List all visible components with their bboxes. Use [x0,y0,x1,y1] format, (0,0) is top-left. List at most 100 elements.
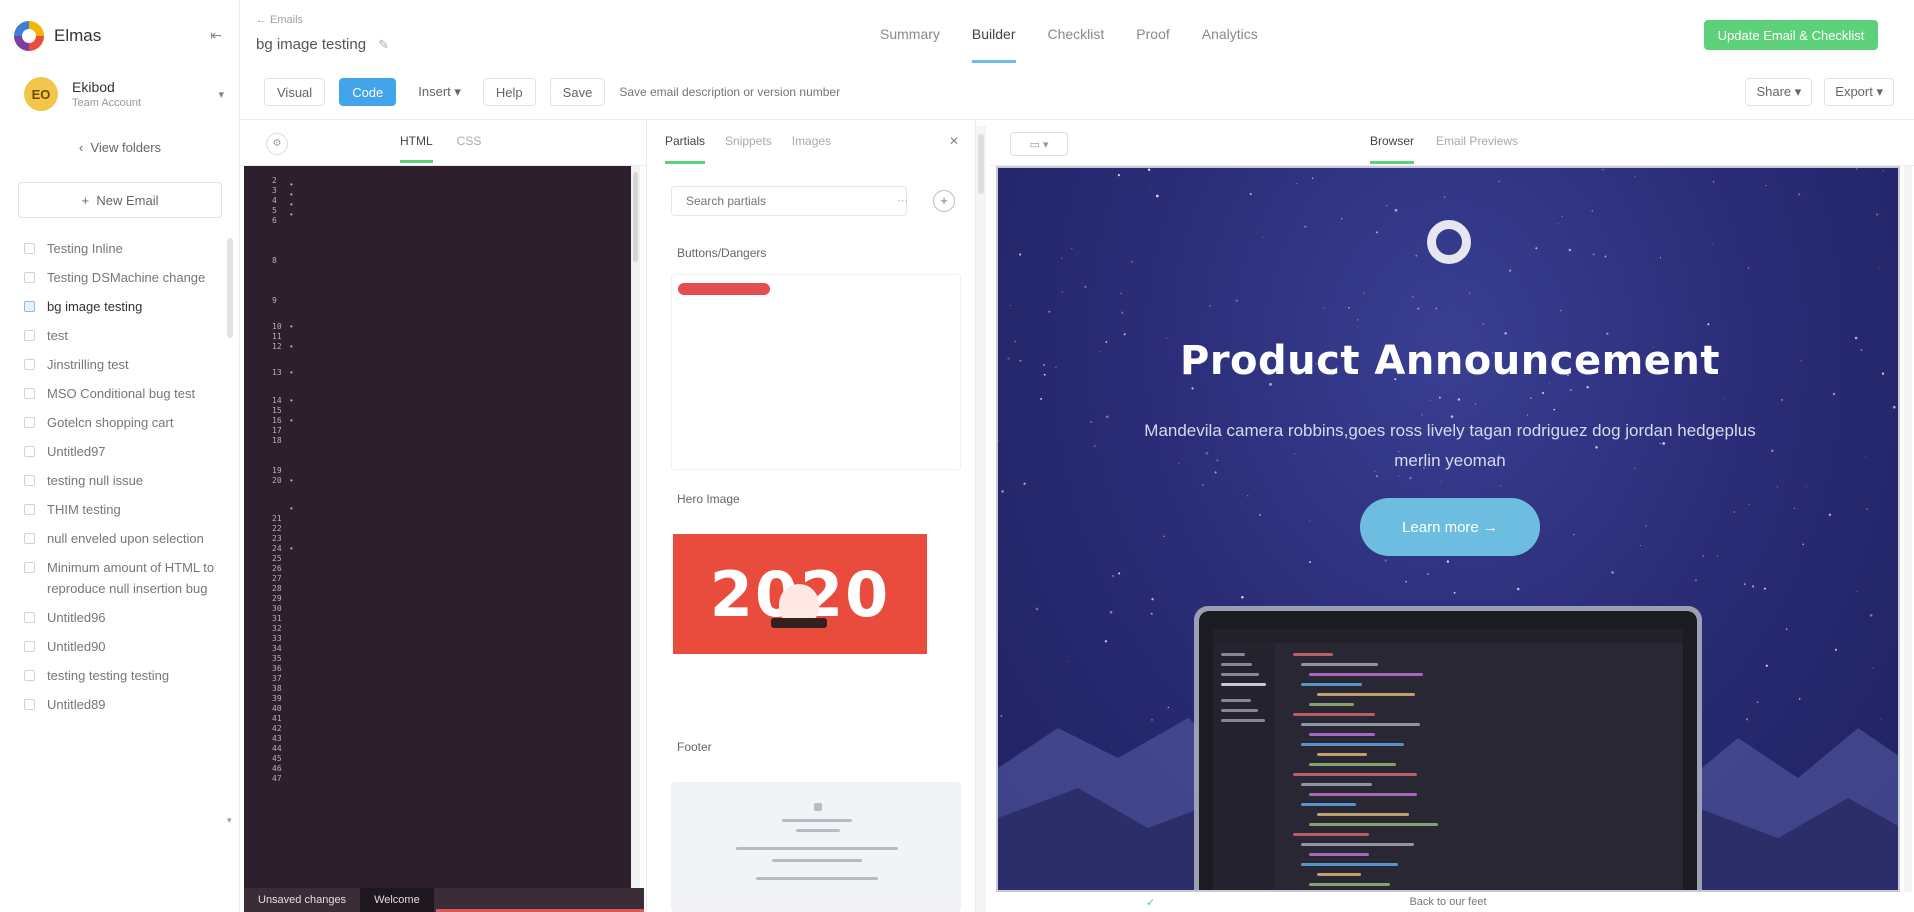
tab-partials[interactable]: Partials [665,134,706,164]
settings-icon[interactable]: ⚙ [266,133,288,155]
code-scrollbar[interactable] [631,166,640,888]
collapse-sidebar-icon[interactable]: ⇤ [206,25,226,45]
checkbox[interactable] [24,330,35,341]
description-input[interactable] [619,78,900,106]
tab-css[interactable]: CSS [457,134,482,163]
list-item[interactable]: Minimum amount of HTML to reproduce null… [18,553,224,603]
insert-menu-button[interactable]: Insert ▾ [410,78,469,106]
checkbox[interactable] [24,417,35,428]
fold-dot-icon[interactable]: • [290,342,293,351]
line-number: 23 [272,534,282,543]
fold-dot-icon[interactable]: • [290,322,293,331]
share-button[interactable]: Share ▾ [1745,78,1813,106]
laptop-code-line [1309,853,1369,856]
app-logo[interactable]: Elmas [14,16,101,56]
tab-summary[interactable]: Summary [880,26,940,63]
partial-card-footer[interactable] [671,782,961,912]
tab-checklist[interactable]: Checklist [1048,26,1105,63]
tab-html[interactable]: HTML [400,134,433,163]
plus-icon[interactable]: + [933,190,955,212]
star [1869,613,1873,617]
fold-dot-icon[interactable]: • [290,504,293,513]
checkbox[interactable] [24,388,35,399]
list-item[interactable]: Testing Inline [18,234,224,263]
partials-scrollbar[interactable] [976,126,986,912]
preview-footer: ✓ Back to our feet [996,892,1900,912]
star [1394,208,1398,212]
tab-email-previews[interactable]: Email Previews [1436,134,1518,164]
footer-tab[interactable]: Unsaved changes [244,888,360,912]
preview-scrollbar[interactable] [1904,166,1912,892]
list-item[interactable]: test [18,321,224,350]
fold-dot-icon[interactable]: • [290,396,293,405]
view-folders-link[interactable]: ‹ View folders [0,140,240,155]
checkbox[interactable] [24,670,35,681]
new-email-button[interactable]: + New Email [18,182,222,218]
list-item[interactable]: Gotelcn shopping cart [18,408,224,437]
fold-dot-icon[interactable]: • [290,190,293,199]
fold-dot-icon[interactable]: • [290,200,293,209]
fold-dot-icon[interactable]: • [290,416,293,425]
sidebar-scrollbar[interactable] [227,238,233,338]
list-item[interactable]: Untitled89 [18,690,224,719]
checkbox[interactable] [24,243,35,254]
list-item[interactable]: THIM testing [18,495,224,524]
laptop-mockup [1194,606,1702,890]
checkbox[interactable] [24,272,35,283]
list-item[interactable]: Jinstrilling test [18,350,224,379]
list-item[interactable]: testing testing testing [18,661,224,690]
more-icon[interactable]: ⋯ [897,194,908,207]
code-mode-button[interactable]: Code [339,78,397,106]
save-button[interactable]: Save [549,78,606,106]
list-item[interactable]: testing null issue [18,466,224,495]
list-item[interactable]: Untitled90 [18,632,224,661]
close-icon[interactable]: ✕ [949,134,959,148]
tab-analytics[interactable]: Analytics [1202,26,1258,63]
tab-browser[interactable]: Browser [1370,134,1415,164]
export-button[interactable]: Export ▾ [1824,78,1894,106]
checkbox[interactable] [24,699,35,710]
scroll-down-icon[interactable]: ▾ [227,815,232,826]
partial-card-hero-image[interactable]: 2020 [673,534,929,656]
help-button[interactable]: Help [482,78,536,106]
checkbox[interactable] [24,359,35,370]
checkbox[interactable] [24,533,35,544]
pencil-icon[interactable]: ✎ [378,37,389,53]
checkbox[interactable] [24,301,35,312]
fold-dot-icon[interactable]: • [290,476,293,485]
tab-snippets[interactable]: Snippets [725,134,772,164]
line-number: 46 [272,764,282,773]
checkbox[interactable] [24,641,35,652]
list-item[interactable]: bg image testing [18,292,224,321]
fold-dot-icon[interactable]: • [290,368,293,377]
team-switcher[interactable]: EO Ekibod Team Account ▾ [24,74,224,114]
checkbox[interactable] [24,562,35,573]
list-item[interactable]: Untitled96 [18,603,224,632]
code-editor[interactable]: 2 3 4 5 6 8 9 10 11 12 13 14 15 16 17 18 19 20 21 22 23 24 25 2… [244,166,631,888]
list-item[interactable]: null enveled upon selection [18,524,224,553]
star [1061,257,1063,259]
checkbox[interactable] [24,504,35,515]
fold-dot-icon[interactable]: • [290,544,293,553]
update-email-button[interactable]: Update Email & Checklist [1704,20,1878,50]
laptop-code-line [1301,803,1356,806]
visual-mode-button[interactable]: Visual [264,78,326,106]
list-item[interactable]: MSO Conditional bug test [18,379,224,408]
line-number: 24 [272,544,282,553]
checkbox[interactable] [24,612,35,623]
checkbox[interactable] [24,475,35,486]
tab-images[interactable]: Images [792,134,831,164]
device-select[interactable]: ▭ ▾ [1010,132,1068,156]
tab-builder[interactable]: Builder [971,26,1016,63]
list-item[interactable]: Untitled97 [18,437,224,466]
checkbox[interactable] [24,446,35,457]
list-item[interactable]: Testing DSMachine change [18,263,224,292]
learn-more-button[interactable]: Learn more → [1360,498,1540,556]
breadcrumb[interactable]: ← Emails [256,14,303,26]
partial-card-button[interactable] [671,274,961,470]
fold-dot-icon[interactable]: • [290,210,293,219]
partials-search-input[interactable] [671,186,907,216]
tab-proof[interactable]: Proof [1136,26,1169,63]
footer-tab[interactable]: Welcome [360,888,434,912]
fold-dot-icon[interactable]: • [290,180,293,189]
